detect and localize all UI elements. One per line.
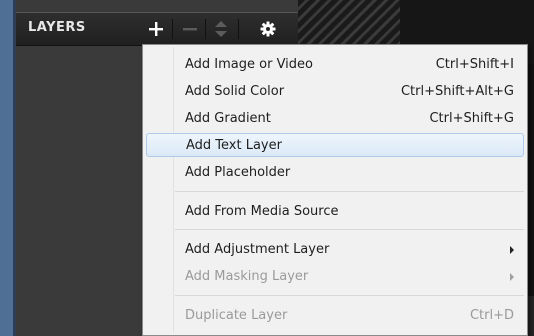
menu-item-label: Add Image or Video (185, 56, 314, 72)
menu-separator (175, 191, 524, 192)
remove-layer-button[interactable] (178, 17, 202, 41)
menu-item-add-placeholder[interactable]: Add Placeholder (146, 160, 524, 184)
menu-item-label: Duplicate Layer (185, 307, 288, 323)
reorder-layer-button[interactable] (209, 17, 233, 41)
menu-item-shortcut: Ctrl+Shift+Alt+G (400, 83, 514, 99)
plus-icon (149, 22, 163, 36)
toolbar-divider (238, 19, 239, 39)
minus-icon (183, 28, 197, 31)
menu-item-duplicate-layer: Duplicate Layer Ctrl+D (146, 303, 524, 327)
host-window-edge (0, 0, 16, 336)
menu-item-add-from-media-source[interactable]: Add From Media Source (146, 199, 524, 223)
layers-panel-title: LAYERS (28, 20, 86, 35)
menu-item-label: Add Gradient (185, 110, 271, 126)
menu-item-label: Add Solid Color (185, 83, 285, 99)
menu-item-shortcut: Ctrl+Shift+G (429, 110, 514, 126)
up-down-arrows-icon (215, 21, 227, 37)
submenu-arrow-icon (510, 273, 514, 281)
menu-item-shortcut: Ctrl+D (469, 307, 514, 323)
toolbar-divider (205, 19, 206, 39)
menu-item-add-adjustment-layer[interactable]: Add Adjustment Layer (146, 237, 524, 261)
menu-separator (175, 229, 524, 230)
menu-item-add-solid-color[interactable]: Add Solid Color Ctrl+Shift+Alt+G (146, 79, 524, 103)
menu-item-add-text-layer[interactable]: Add Text Layer (146, 133, 524, 157)
toolbar-divider (172, 19, 173, 39)
menu-item-add-gradient[interactable]: Add Gradient Ctrl+Shift+G (146, 106, 524, 130)
menu-item-label: Add Adjustment Layer (185, 241, 330, 257)
menu-item-add-masking-layer: Add Masking Layer (146, 264, 524, 288)
gear-icon (260, 21, 276, 37)
add-layer-context-menu: Add Image or Video Ctrl+Shift+I Add Soli… (142, 44, 528, 336)
layers-panel-header: LAYERS (16, 12, 298, 46)
menu-item-add-image-or-video[interactable]: Add Image or Video Ctrl+Shift+I (146, 52, 524, 76)
menu-item-label: Add Placeholder (185, 164, 291, 180)
menu-separator (175, 295, 524, 296)
menu-item-label: Add From Media Source (185, 203, 339, 219)
menu-item-shortcut: Ctrl+Shift+I (435, 56, 514, 72)
menu-item-label: Add Text Layer (186, 137, 282, 153)
layer-settings-button[interactable] (256, 17, 280, 41)
submenu-arrow-icon (510, 246, 514, 254)
menu-item-label: Add Masking Layer (185, 268, 309, 284)
add-layer-button[interactable] (144, 17, 168, 41)
